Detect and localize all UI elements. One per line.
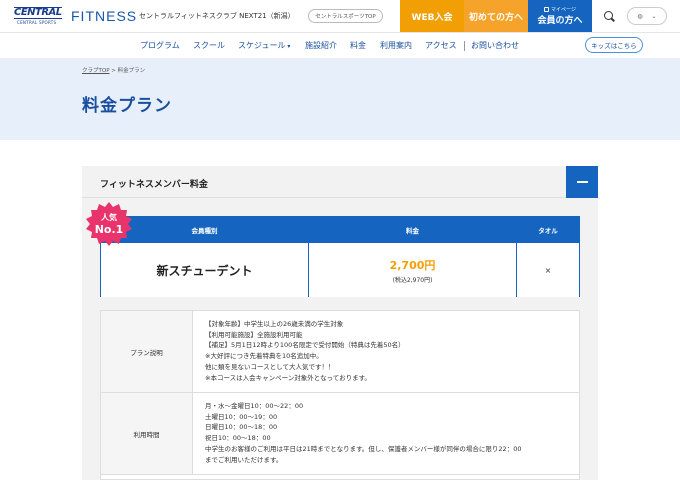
detail-row-hours: 利用時間 月・水〜金曜日10：00〜22：00 土曜日10：00〜19：00 日… xyxy=(101,393,579,475)
detail-line: までご利用いただけます。 xyxy=(205,455,283,464)
detail-line: 土曜日10：00〜19：00 xyxy=(205,412,278,421)
header-fee: 料金 xyxy=(309,217,516,243)
central-sports-top-link[interactable]: セントラルスポーツTOP xyxy=(308,9,383,23)
chevron-down-icon: ▾ xyxy=(285,43,291,50)
logo-main-text: CENTRAL xyxy=(14,7,62,19)
nav-access[interactable]: アクセス xyxy=(425,40,457,51)
member-button[interactable]: マイページ 会員の方へ xyxy=(528,0,592,32)
nav-schedule[interactable]: スケジュール ▾ xyxy=(238,40,290,51)
minus-icon xyxy=(576,181,588,183)
plan-price-tax: (税込2,970円) xyxy=(392,276,433,284)
badge-text: 人気 No.1 xyxy=(86,212,132,236)
plan-name: 新スチューデント xyxy=(156,263,253,278)
search-icon[interactable] xyxy=(604,11,613,20)
plan-detail-table: プラン説明 【対象年齢】中学生以上の26歳未満の学生対象 【利用可能施設】全施設… xyxy=(100,310,580,480)
header-membership-type: 会員種別 xyxy=(101,217,308,243)
detail-line: 他に類を見ないコースとして大人気です！！ xyxy=(205,362,335,371)
nav-divider xyxy=(464,41,465,51)
detail-label: プラン説明 xyxy=(101,311,193,392)
nav-program[interactable]: プログラム xyxy=(140,40,180,51)
lock-icon xyxy=(544,7,550,12)
mypage-row: マイページ xyxy=(544,6,576,13)
detail-line: 月・水〜金曜日10：00〜22：00 xyxy=(205,402,304,410)
web-join-button[interactable]: WEB入会 xyxy=(400,0,464,32)
detail-label: 利用時間 xyxy=(101,393,193,474)
detail-line: 【利用可能施設】全施設利用可能 xyxy=(205,330,303,339)
mypage-label: マイページ xyxy=(551,7,576,13)
detail-row-description: プラン説明 【対象年齢】中学生以上の26歳未満の学生対象 【利用可能施設】全施設… xyxy=(101,311,579,393)
globe-icon: ◍ xyxy=(637,12,643,20)
nav-contact[interactable]: お問い合わせ xyxy=(471,40,519,51)
first-time-button[interactable]: 初めての方へ xyxy=(464,0,528,32)
collapse-button[interactable] xyxy=(566,166,598,198)
table-divider xyxy=(308,217,309,296)
central-sports-logo[interactable]: CENTRAL CENTRAL SPORTS xyxy=(14,7,62,27)
detail-line: 祝日10：00〜18：00 xyxy=(205,434,271,443)
towel-value: × xyxy=(544,265,552,275)
nav-guide[interactable]: 利用案内 xyxy=(380,40,412,51)
detail-line: 【補足】5月1日12時より100名限定で受付開始（特典は先着50名） xyxy=(205,341,405,350)
nav-fees[interactable]: 料金 xyxy=(350,40,366,51)
detail-content: 月・水〜金曜日10：00〜22：00 土曜日10：00〜19：00 日曜日10：… xyxy=(205,401,575,465)
club-name: セントラルフィットネスクラブ NEXT21（新潟） xyxy=(139,12,295,20)
section-title: フィットネスメンバー料金 xyxy=(100,180,208,190)
site-header: CENTRAL CENTRAL SPORTS FITNESS セントラルフィット… xyxy=(0,0,680,32)
detail-line: 中学生のお客様のご利用は平日は21時までとなります。但し、保護者メンバー様が同伴… xyxy=(205,444,522,453)
nav-schedule-label: スケジュール xyxy=(238,41,286,50)
badge-line2: No.1 xyxy=(94,223,124,236)
chevron-down-icon: ⌄ xyxy=(651,12,657,20)
breadcrumb: クラブTOP > 料金プラン xyxy=(82,66,145,74)
brand-fitness[interactable]: FITNESS xyxy=(71,8,137,24)
language-select[interactable]: ◍ ⌄ xyxy=(627,7,667,25)
page-hero: クラブTOP > 料金プラン 料金プラン xyxy=(0,58,680,140)
detail-line: 【対象年齢】中学生以上の26歳未満の学生対象 xyxy=(205,320,344,328)
plan-price: 2,700円 xyxy=(389,258,436,272)
breadcrumb-separator: > xyxy=(111,68,116,74)
page-title: 料金プラン xyxy=(82,96,172,116)
nav-facilities[interactable]: 施設紹介 xyxy=(305,40,337,51)
popular-no1-badge: 人気 No.1 xyxy=(86,202,132,248)
member-label: 会員の方へ xyxy=(537,16,583,26)
price-table: 会員種別 料金 タオル 新スチューデント 2,700円 (税込2,970円) × xyxy=(100,216,580,297)
main-nav: プログラム スクール スケジュール ▾ 施設紹介 料金 利用案内 アクセス お問… xyxy=(0,32,680,58)
table-divider xyxy=(516,217,517,296)
nav-school[interactable]: スクール xyxy=(193,40,225,51)
breadcrumb-current: 料金プラン xyxy=(117,68,146,74)
header-towel: タオル xyxy=(517,217,579,243)
logo-sub-text: CENTRAL SPORTS xyxy=(17,20,57,25)
breadcrumb-home[interactable]: クラブTOP xyxy=(82,68,110,74)
web-join-label: WEB入会 xyxy=(411,12,453,23)
plan-price-cell: 2,700円 (税込2,970円) xyxy=(309,243,516,297)
section-header[interactable]: フィットネスメンバー料金 xyxy=(82,166,598,198)
detail-line: ※大好評につき先着特典を10名追加中。 xyxy=(205,352,323,361)
detail-line: ※本コースは入会キャンペーン対象外となっております。 xyxy=(205,373,371,382)
detail-content: 【対象年齢】中学生以上の26歳未満の学生対象 【利用可能施設】全施設利用可能 【… xyxy=(205,319,575,383)
towel-cell: × xyxy=(517,243,579,297)
plan-name-cell: 新スチューデント xyxy=(101,243,308,297)
fitness-member-fees-section: フィットネスメンバー料金 会員種別 料金 タオル 新スチューデント 2,700円… xyxy=(82,166,598,480)
detail-line: 日曜日10：00〜18：00 xyxy=(205,423,278,432)
kids-button[interactable]: キッズはこちら xyxy=(585,37,643,53)
first-time-label: 初めての方へ xyxy=(468,12,523,23)
